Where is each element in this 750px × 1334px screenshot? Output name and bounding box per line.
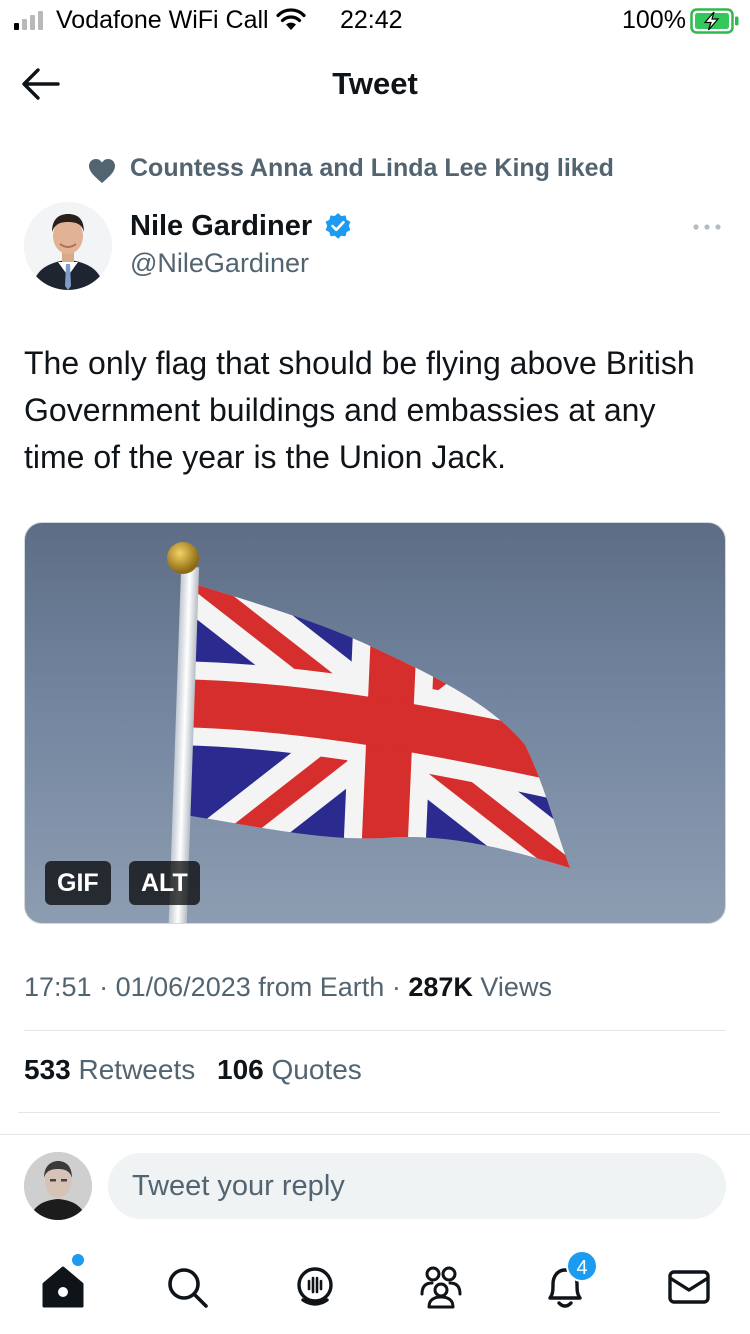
user-portrait [24, 1152, 92, 1220]
notifications-badge: 4 [566, 1250, 598, 1282]
tweet-text: The only flag that should be flying abov… [24, 345, 695, 475]
spaces-microphone-icon [297, 1267, 333, 1306]
retweets-stat[interactable]: 533 Retweets [24, 1054, 203, 1085]
alt-text-button[interactable]: ALT [129, 861, 200, 905]
meta-separator: · [99, 972, 109, 1002]
tab-messages[interactable] [662, 1260, 716, 1314]
quotes-count: 106 [217, 1054, 264, 1085]
current-user-avatar[interactable] [24, 1152, 92, 1220]
tweet-date[interactable]: 01/06/2023 [116, 972, 251, 1002]
tweet-stats: 533 Retweets 106 Quotes [24, 1054, 376, 1086]
tweet-time[interactable]: 17:51 [24, 972, 92, 1002]
social-context[interactable]: Countess Anna and Linda Lee King liked [88, 152, 728, 186]
retweets-count: 533 [24, 1054, 71, 1085]
tab-spaces[interactable] [288, 1260, 342, 1314]
meta-separator: · [391, 972, 401, 1002]
author-avatar[interactable] [24, 202, 112, 290]
communities-icon [420, 1266, 462, 1309]
reply-input[interactable] [108, 1153, 726, 1219]
home-icon [42, 1266, 84, 1308]
more-options-icon[interactable] [690, 218, 724, 236]
heart-icon [89, 159, 115, 183]
divider [24, 1030, 726, 1031]
views-label: Views [480, 972, 552, 1002]
tab-home[interactable] [36, 1254, 90, 1314]
wifi-icon [276, 8, 306, 30]
quotes-stat[interactable]: 106 Quotes [217, 1054, 362, 1085]
author-name[interactable]: Nile Gardiner [130, 210, 312, 243]
quotes-label: Quotes [271, 1054, 362, 1085]
nav-header: Tweet [0, 50, 750, 120]
tweet-source: from Earth [258, 972, 385, 1002]
divider [0, 1134, 750, 1135]
page-title: Tweet [332, 66, 418, 101]
retweets-label: Retweets [78, 1054, 196, 1085]
author-handle[interactable]: @NileGardiner [130, 248, 309, 279]
new-content-dot [72, 1254, 84, 1266]
battery-percent: 100% [622, 6, 686, 34]
divider [18, 1112, 720, 1113]
tweet-metadata: 17:51 · 01/06/2023 from Earth · 287K Vie… [24, 972, 552, 1003]
tab-search[interactable] [160, 1260, 214, 1314]
verified-badge-icon [325, 213, 351, 239]
tab-notifications[interactable]: 4 [538, 1250, 598, 1314]
bottom-tab-bar: 4 [0, 1246, 750, 1334]
carrier-label: Vodafone WiFi Call [56, 6, 269, 34]
views-count: 287K [408, 972, 473, 1002]
cellular-signal-icon [14, 11, 43, 30]
author-portrait [24, 202, 112, 290]
gif-badge: GIF [45, 861, 111, 905]
mail-icon [668, 1270, 710, 1304]
clock: 22:42 [340, 6, 403, 34]
battery-charging-icon [690, 8, 739, 34]
social-context-text: Countess Anna and Linda Lee King liked [130, 154, 614, 182]
tweet-media-gif[interactable]: GIF ALT [24, 522, 726, 924]
tab-communities[interactable] [414, 1260, 468, 1314]
search-icon [168, 1268, 208, 1308]
status-bar: Vodafone WiFi Call 22:42 100% [0, 0, 750, 42]
